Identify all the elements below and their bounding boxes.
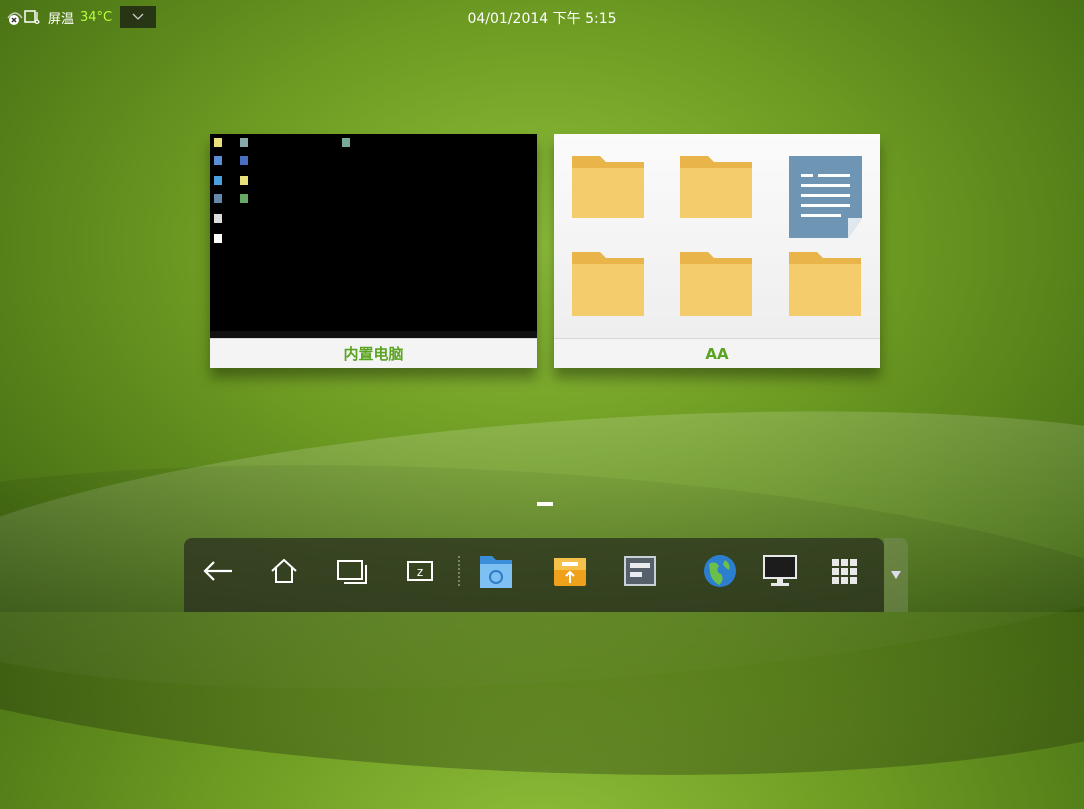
svg-text:z: z [417, 565, 423, 579]
datetime: 04/01/2014 下午 5:15 [467, 11, 617, 27]
file-manager-icon [480, 556, 512, 588]
desktop-file-icon [214, 234, 222, 243]
monitor-icon [763, 555, 797, 586]
back-button[interactable] [196, 548, 240, 594]
folder-icon [680, 252, 752, 316]
file-manager-button[interactable] [474, 548, 518, 594]
apps-grid-icon [832, 559, 857, 584]
folder-icon [789, 252, 861, 316]
monitor-button[interactable] [758, 548, 802, 594]
desktop-app-icon [240, 138, 248, 147]
desktop-file-icon [240, 176, 248, 185]
usb-button[interactable] [548, 548, 592, 594]
recent-apps-button[interactable] [330, 548, 374, 594]
desktop-thumbnail [210, 134, 537, 339]
desktop-app-icon [214, 176, 222, 185]
folder-grid-thumbnail [554, 134, 880, 339]
apps-grid-button[interactable] [822, 548, 866, 594]
desktop-app-icon [214, 156, 222, 165]
page-indicator [537, 502, 553, 506]
zoom-button[interactable]: z [398, 548, 442, 594]
desktop-app-icon [214, 194, 222, 203]
card-label: 内置电脑 [210, 338, 537, 368]
card-label: AA [554, 338, 880, 368]
desktop-app-icon [240, 194, 248, 203]
folder-icon [680, 156, 752, 218]
folder-icon [572, 156, 644, 218]
recent-apps-icon [337, 560, 367, 584]
usb-icon [554, 558, 586, 586]
zoom-icon: z [407, 561, 433, 581]
settings-panel-button[interactable] [618, 548, 662, 594]
triangle-down-icon [891, 571, 901, 579]
browser-button[interactable] [698, 548, 742, 594]
back-icon [203, 561, 232, 581]
status-bar: 屏温 34°C 04/01/2014 下午 5:15 [0, 0, 1084, 30]
dock-collapse-button[interactable] [884, 538, 908, 612]
dock-separator [458, 556, 462, 586]
desktop-file-icon [214, 138, 222, 147]
home-icon [271, 558, 297, 583]
desktop-app-icon [342, 138, 350, 147]
folder-icon [572, 252, 644, 316]
window-card-builtin-pc[interactable]: 内置电脑 [210, 134, 537, 368]
desktop-app-icon [240, 156, 248, 165]
browser-globe-icon [704, 555, 736, 587]
settings-panel-icon [624, 556, 656, 586]
document-icon [789, 156, 862, 238]
desktop-app-icon [214, 214, 222, 223]
window-card-aa[interactable]: AA [554, 134, 880, 368]
home-button[interactable] [262, 548, 306, 594]
